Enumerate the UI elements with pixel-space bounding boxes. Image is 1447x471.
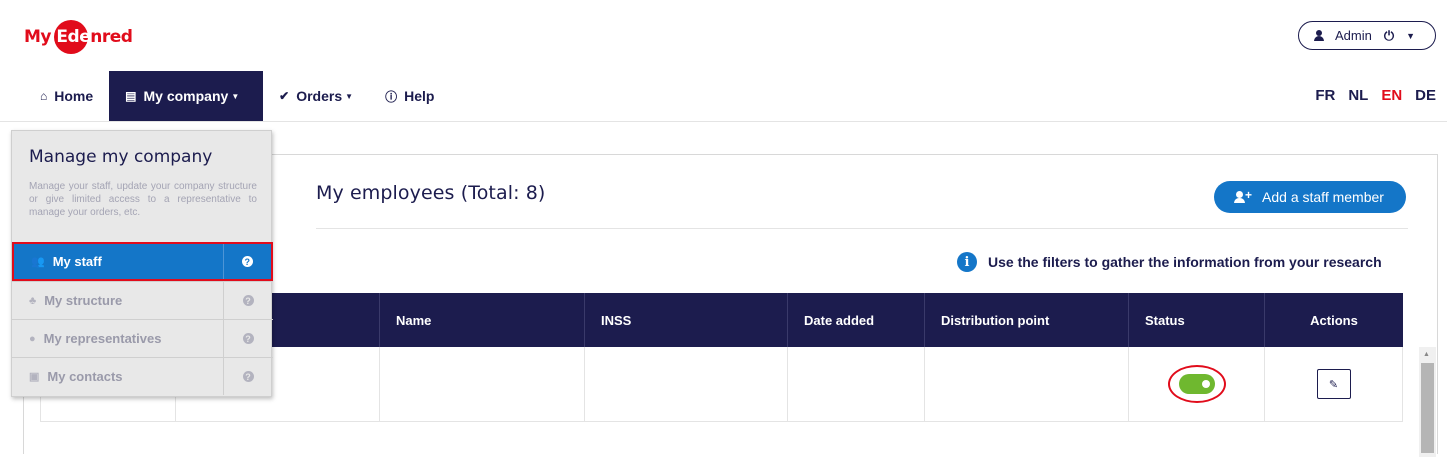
nav-help[interactable]: ⓘ Help (369, 71, 450, 121)
question-circle-icon: ? (241, 256, 253, 267)
menu-item-help[interactable]: ? (224, 320, 272, 357)
dropdown-title: Manage my company (29, 147, 213, 167)
admin-menu-button[interactable]: Admin ⏻ ▼ (1298, 21, 1436, 50)
dropdown-description: Manage your staff, update your company s… (29, 181, 257, 218)
menu-item-label-wrap[interactable]: 👥 My staff (14, 244, 224, 279)
menu-item-help[interactable]: ? (224, 244, 271, 279)
edit-button[interactable]: ✎ (1316, 369, 1351, 399)
chevron-down-icon: ▼ (1406, 30, 1416, 41)
power-icon[interactable]: ⏻ (1384, 28, 1394, 44)
dropdown-menu-list: 👥 My staff ? ♣ My structure ? ● My repre… (12, 242, 273, 395)
nav-divider (0, 121, 1447, 122)
nav-orders-label: Orders (296, 88, 343, 104)
menu-item-help[interactable]: ? (224, 282, 272, 319)
add-user-icon (1234, 188, 1252, 203)
menu-item-label-wrap[interactable]: ▣ My contacts (12, 358, 224, 395)
question-circle-icon: ? (242, 371, 254, 382)
lang-fr[interactable]: FR (1315, 87, 1335, 104)
scrollbar-thumb[interactable] (1421, 363, 1434, 453)
menu-item-label-wrap[interactable]: ♣ My structure (12, 282, 224, 319)
menu-item-my-staff[interactable]: 👥 My staff ? (12, 242, 273, 281)
menu-item-help[interactable]: ? (224, 358, 272, 395)
column-header-distribution-point[interactable]: Distribution point (925, 293, 1129, 347)
table-cell-distribution-point (925, 347, 1129, 421)
menu-item-label: My staff (52, 254, 102, 269)
my-edenred-logo[interactable]: My Edenred (24, 20, 133, 54)
nav-home[interactable]: ⌂ Home (24, 71, 109, 121)
info-icon: i (957, 252, 977, 272)
filters-info-text: Use the filters to gather the informatio… (988, 254, 1382, 270)
scrollbar[interactable]: ▲ (1419, 347, 1436, 457)
nav-help-label: Help (404, 88, 435, 104)
table-cell-inss (585, 347, 788, 421)
main-nav: ⌂ Home ▤ My company ▼ ✔ Orders ▼ ⓘ Help (24, 71, 450, 121)
column-header-name[interactable]: Name (380, 293, 585, 347)
table-cell-date-added (788, 347, 925, 421)
question-circle-icon: ? (242, 295, 254, 306)
page: My Edenred Admin ⏻ ▼ ⌂ Home ▤ My company… (0, 0, 1447, 471)
nav-orders[interactable]: ✔ Orders ▼ (263, 71, 369, 121)
menu-item-my-representatives[interactable]: ● My representatives ? (12, 319, 273, 357)
add-staff-member-label: Add a staff member (1262, 189, 1384, 205)
edit-icon: ✎ (1328, 378, 1339, 391)
home-icon: ⌂ (40, 89, 48, 103)
chevron-down-icon: ▼ (345, 91, 354, 101)
nav-my-company-label: My company (143, 88, 229, 104)
table-cell-name (380, 347, 585, 421)
scroll-up-arrow-icon[interactable]: ▲ (1423, 351, 1430, 358)
admin-label: Admin (1335, 28, 1372, 43)
panel-divider (316, 228, 1408, 229)
menu-item-my-contacts[interactable]: ▣ My contacts ? (12, 357, 273, 395)
highlight-circle (1167, 365, 1226, 403)
column-header-actions: Actions (1310, 312, 1358, 328)
menu-item-label: My structure (44, 293, 123, 308)
lang-en[interactable]: EN (1381, 87, 1402, 104)
menu-item-label: My contacts (47, 369, 123, 384)
column-header-date-added[interactable]: Date added (788, 293, 925, 347)
my-company-dropdown: Manage my company Manage your staff, upd… (11, 130, 273, 397)
building-icon: ▤ (125, 89, 137, 103)
table-cell-status (1129, 347, 1265, 421)
lang-de[interactable]: DE (1415, 87, 1436, 104)
question-circle-icon: ? (242, 333, 254, 344)
status-toggle[interactable] (1178, 374, 1215, 394)
table-cell-actions: ✎ (1265, 347, 1403, 421)
menu-item-my-structure[interactable]: ♣ My structure ? (12, 281, 273, 319)
logo-text: My Edenred (24, 27, 133, 47)
menu-item-label-wrap[interactable]: ● My representatives (12, 320, 224, 357)
nav-home-label: Home (54, 88, 94, 104)
lang-nl[interactable]: NL (1348, 87, 1368, 104)
nav-my-company[interactable]: ▤ My company ▼ (109, 71, 264, 121)
users-icon: 👥 (31, 256, 45, 268)
filters-info: i Use the filters to gather the informat… (957, 252, 1382, 272)
column-header-status[interactable]: Status (1129, 293, 1265, 347)
user-icon (1314, 30, 1324, 41)
language-switcher: FR NL EN DE (1315, 87, 1436, 104)
add-staff-member-button[interactable]: Add a staff member (1214, 181, 1406, 213)
info-circle-icon: ⓘ (385, 89, 398, 104)
chevron-down-icon: ▼ (231, 91, 240, 101)
check-circle-icon: ✔ (279, 89, 290, 103)
contact-card-icon: ▣ (29, 371, 40, 383)
menu-item-label: My representatives (43, 331, 162, 346)
sitemap-icon: ♣ (29, 294, 37, 307)
representative-icon: ● (29, 332, 36, 345)
page-title: My employees (Total: 8) (316, 182, 546, 204)
column-header-inss[interactable]: INSS (585, 293, 788, 347)
